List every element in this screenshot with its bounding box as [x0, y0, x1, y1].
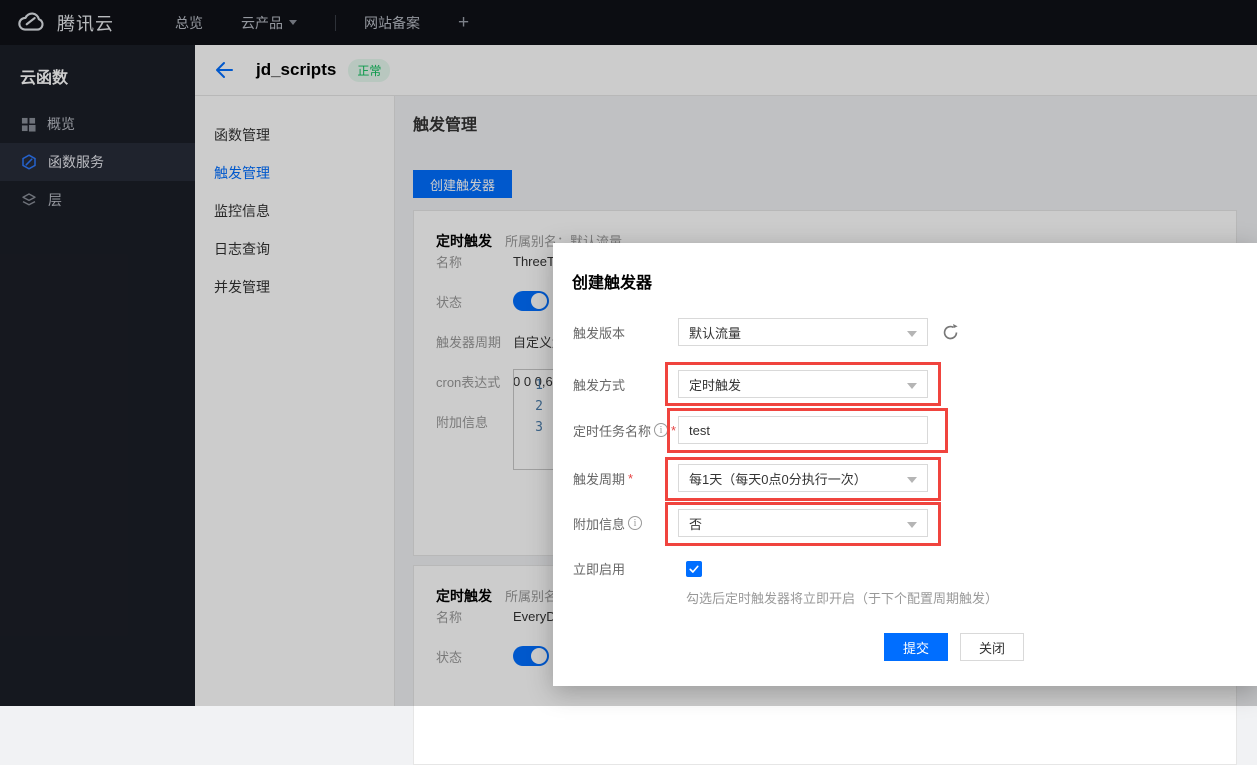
submit-button[interactable]: 提交 — [884, 633, 948, 661]
required-mark: * — [628, 471, 633, 486]
required-mark: * — [671, 423, 676, 438]
chevron-down-icon — [907, 522, 917, 528]
trigger-method-select[interactable]: 定时触发 — [678, 370, 928, 398]
field-task-name: 定时任务名称 * — [573, 416, 928, 444]
trigger-version-select[interactable]: 默认流量 — [678, 318, 928, 346]
field-trigger-cycle: 触发周期 * 每1天（每天0点0分执行一次） — [573, 464, 928, 492]
field-trigger-version: 触发版本 默认流量 — [573, 318, 960, 346]
enable-now-hint: 勾选后定时触发器将立即开启（于下个配置周期触发） — [686, 588, 998, 607]
chevron-down-icon — [907, 331, 917, 337]
extra-info-select[interactable]: 否 — [678, 509, 928, 537]
close-button[interactable]: 关闭 — [960, 633, 1024, 661]
task-name-input[interactable] — [689, 423, 917, 438]
field-trigger-method: 触发方式 定时触发 — [573, 370, 928, 398]
info-icon — [628, 516, 642, 530]
info-icon — [654, 423, 668, 437]
modal-footer: 提交 关闭 — [884, 633, 1024, 661]
modal-title: 创建触发器 — [572, 269, 652, 293]
task-name-field — [678, 416, 928, 444]
trigger-cycle-select[interactable]: 每1天（每天0点0分执行一次） — [678, 464, 928, 492]
chevron-down-icon — [907, 383, 917, 389]
chevron-down-icon — [907, 477, 917, 483]
refresh-icon[interactable] — [941, 323, 960, 342]
field-enable-now: 立即启用 — [573, 559, 702, 578]
create-trigger-modal: 创建触发器 触发版本 默认流量 触发方式 定时触发 定时任务名称 — [553, 243, 1257, 686]
enable-now-checkbox[interactable] — [686, 561, 702, 577]
field-extra-info: 附加信息 否 — [573, 509, 928, 537]
